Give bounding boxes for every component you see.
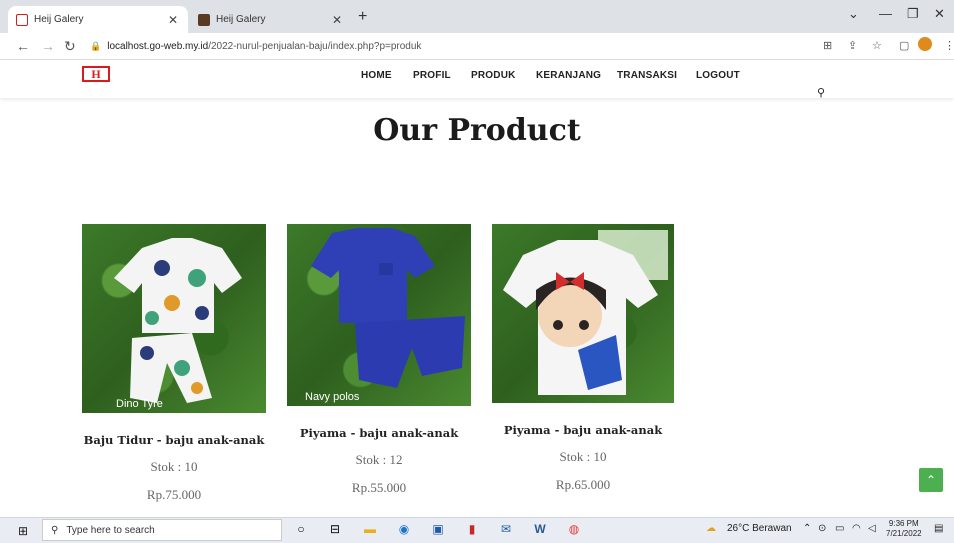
url-host: localhost.go-web.my.id <box>107 41 209 52</box>
product-name[interactable]: Baju Tidur - baju anak-anak <box>82 433 266 447</box>
nav-home[interactable]: HOME <box>361 70 392 81</box>
snow-white-shirt-illustration <box>503 230 668 395</box>
share-icon[interactable]: ⇪ <box>848 39 857 52</box>
navy-pajama-illustration <box>311 228 465 388</box>
product-stock: Stok : 10 <box>150 459 198 474</box>
page-title: Our Product <box>373 113 581 148</box>
favicon-icon <box>198 13 210 26</box>
product-price: Rp.75.000 <box>146 487 202 502</box>
scroll-to-top-button[interactable]: ⌃ <box>919 468 943 492</box>
profile-avatar-icon[interactable] <box>918 37 932 51</box>
close-tab-icon[interactable]: ✕ <box>166 13 180 27</box>
product-name[interactable]: Piyama - baju anak-anak <box>492 423 674 437</box>
weather-text[interactable]: 26°C Berawan <box>727 523 792 534</box>
product-price: Rp.55.000 <box>351 480 407 495</box>
taskbar-clock[interactable]: 9:36 PM 7/21/2022 <box>886 519 922 539</box>
battery-icon[interactable]: ▭ <box>835 523 844 534</box>
nav-transaksi[interactable]: TRANSAKSI <box>617 70 677 81</box>
close-tab-icon[interactable]: ✕ <box>330 13 344 27</box>
browser-tab-active[interactable]: Heij Galery ✕ <box>8 6 188 33</box>
edge-icon[interactable]: ◉ <box>396 521 412 537</box>
product-price: Rp.65.000 <box>555 477 611 492</box>
taskbar-search-input[interactable]: ⚲ Type here to search <box>42 519 282 541</box>
cortana-icon[interactable]: ○ <box>293 521 309 537</box>
restore-button[interactable]: ❐ <box>907 6 919 22</box>
lock-icon: 🔒 <box>90 41 102 51</box>
product-image[interactable] <box>492 224 674 403</box>
reload-icon[interactable]: ↻ <box>64 38 76 55</box>
windows-start-icon[interactable]: ⊞ <box>18 524 28 538</box>
file-explorer-icon[interactable]: ▬ <box>362 521 378 537</box>
url-field[interactable]: 🔒 localhost.go-web.my.id /2022-nurul-pen… <box>90 37 800 56</box>
close-window-button[interactable]: ✕ <box>934 6 945 22</box>
product-image[interactable]: Dino Tyre <box>82 224 266 413</box>
tab-search-icon[interactable]: ⌄ <box>848 6 859 22</box>
translate-icon[interactable]: ⊞ <box>823 39 832 52</box>
search-icon[interactable]: ⚲ <box>817 86 825 99</box>
nav-logout[interactable]: LOGOUT <box>696 70 740 81</box>
forward-icon[interactable]: → <box>41 38 55 54</box>
product-stock: Stok : 12 <box>355 452 403 467</box>
new-tab-button[interactable]: + <box>358 8 367 26</box>
minimize-button[interactable]: — <box>879 6 892 21</box>
notification-icon[interactable]: ▤ <box>934 523 943 534</box>
browser-tab-inactive[interactable]: Heij Galery ✕ <box>190 6 352 33</box>
tab-title: Heij Galery <box>216 14 266 25</box>
app-icon[interactable]: ▮ <box>464 521 480 537</box>
search-placeholder: Type here to search <box>66 524 155 536</box>
tab-title: Heij Galery <box>34 14 84 25</box>
nav-keranjang[interactable]: KERANJANG <box>536 70 601 81</box>
word-icon[interactable]: W <box>532 521 548 537</box>
image-caption: Dino Tyre <box>116 398 163 410</box>
clock-date: 7/21/2022 <box>886 529 922 538</box>
back-icon[interactable]: ← <box>16 38 30 54</box>
nav-profil[interactable]: PROFIL <box>413 70 451 81</box>
bookmark-star-icon[interactable]: ☆ <box>872 39 882 52</box>
menu-dots-icon[interactable]: ⋮ <box>944 39 954 52</box>
store-icon[interactable]: ▣ <box>430 521 446 537</box>
site-logo[interactable]: H <box>82 66 110 82</box>
image-caption: Navy polos <box>305 391 360 403</box>
product-image[interactable]: Navy polos <box>287 224 471 406</box>
product-stock: Stok : 10 <box>559 449 607 464</box>
weather-icon[interactable]: ☁ <box>706 523 716 534</box>
mail-icon[interactable]: ✉ <box>498 521 514 537</box>
tray-chevron-icon[interactable]: ⌃ <box>803 523 811 534</box>
nav-produk[interactable]: PRODUK <box>471 70 516 81</box>
chrome-icon[interactable]: ◍ <box>566 521 582 537</box>
clock-time: 9:36 PM <box>888 519 919 528</box>
dino-pajama-illustration <box>114 238 242 403</box>
volume-icon[interactable]: ◁ <box>868 523 876 534</box>
url-path: /2022-nurul-penjualan-baju/index.php?p=p… <box>208 41 422 52</box>
product-name[interactable]: Piyama - baju anak-anak <box>287 426 471 440</box>
wifi-icon[interactable]: ◠ <box>852 523 861 534</box>
search-icon: ⚲ <box>51 524 59 536</box>
network-icon[interactable]: ⊙ <box>818 523 826 534</box>
favicon-icon <box>16 13 28 26</box>
task-view-icon[interactable]: ⊟ <box>327 521 343 537</box>
sidepanel-icon[interactable]: ▢ <box>899 39 909 52</box>
